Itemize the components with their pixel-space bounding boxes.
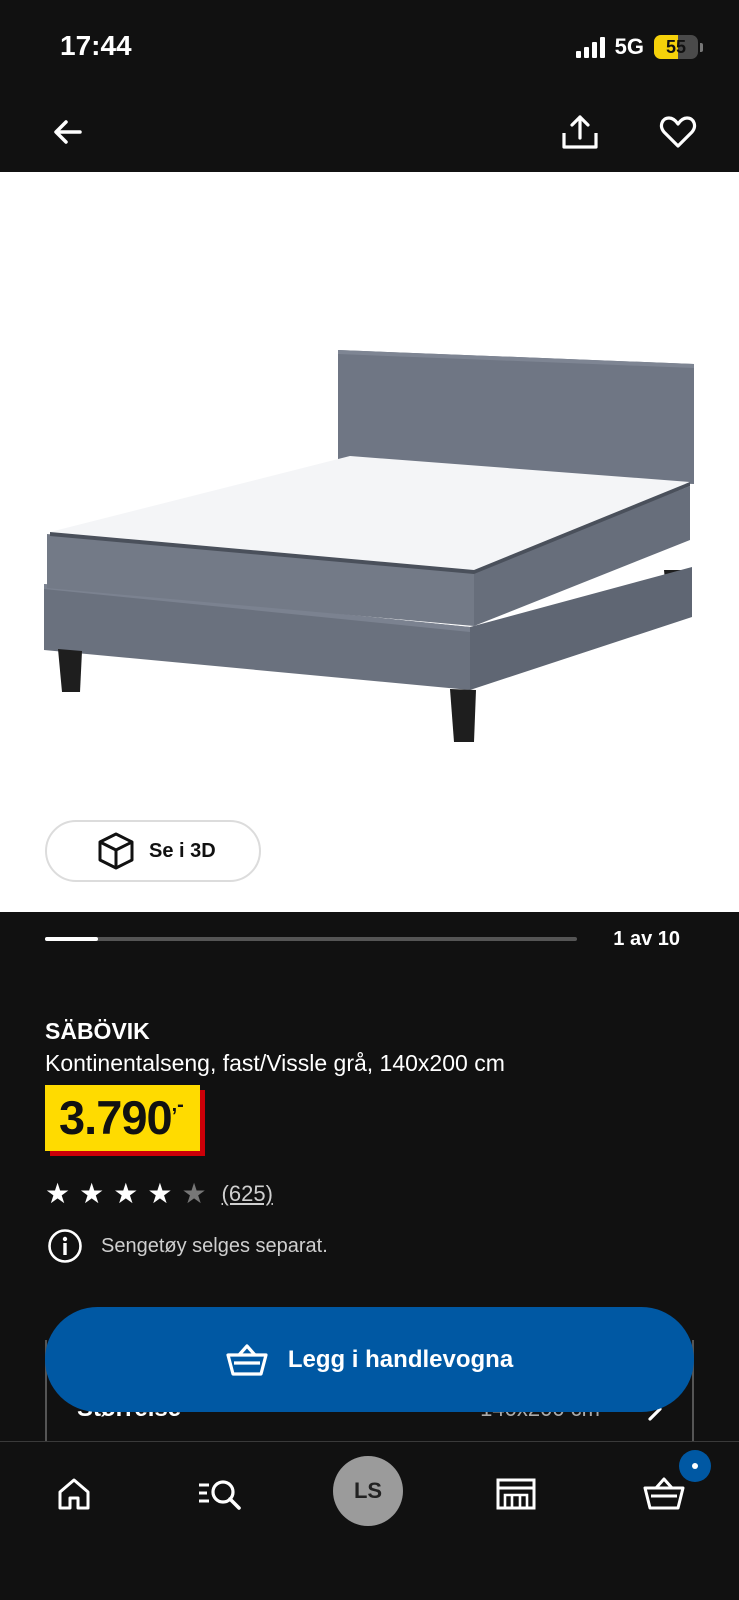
rating[interactable]: ★ ★ ★ ★ ★ (625) bbox=[45, 1180, 273, 1208]
gallery-progress bbox=[45, 937, 577, 941]
battery-nub bbox=[700, 42, 703, 52]
info-icon bbox=[48, 1229, 82, 1263]
cart-badge bbox=[679, 1450, 711, 1482]
product-name: SÄBÖVIK bbox=[45, 1018, 150, 1044]
star-icon: ★ bbox=[45, 1178, 71, 1209]
store-icon bbox=[496, 1478, 536, 1510]
product-image-gallery[interactable]: Se i 3D bbox=[0, 172, 739, 912]
add-to-cart-label: Legg i handlevogna bbox=[287, 1345, 514, 1373]
basket-icon bbox=[226, 1343, 268, 1376]
product-image bbox=[44, 350, 694, 742]
network-type: 5G bbox=[614, 34, 644, 59]
star-icon: ★ bbox=[181, 1178, 207, 1209]
info-note: Sengetøy selges separat. bbox=[47, 1228, 328, 1264]
signal-icon bbox=[575, 36, 605, 58]
review-count-link[interactable]: (625) bbox=[222, 1181, 273, 1207]
star-icon: ★ bbox=[79, 1178, 105, 1209]
tab-home[interactable] bbox=[42, 1462, 106, 1526]
tab-search[interactable] bbox=[188, 1462, 252, 1526]
cart-icon bbox=[643, 1477, 685, 1510]
top-nav bbox=[0, 90, 739, 172]
back-button[interactable] bbox=[44, 108, 92, 156]
home-icon bbox=[58, 1478, 90, 1510]
view-3d-button[interactable]: Se i 3D bbox=[45, 820, 261, 882]
avatar-initials: LS bbox=[353, 1478, 383, 1503]
price-tag: 3.790 ,- bbox=[45, 1085, 200, 1151]
price-value: 3.790 bbox=[59, 1091, 173, 1144]
tab-store[interactable] bbox=[484, 1462, 548, 1526]
cube-3d-icon bbox=[98, 832, 134, 870]
status-bar: 17:44 5G 55 bbox=[0, 0, 739, 90]
add-to-cart-button[interactable]: Legg i handlevogna bbox=[45, 1307, 694, 1412]
gallery-counter: 1 av 10 bbox=[613, 928, 680, 950]
search-icon bbox=[199, 1480, 241, 1510]
star-icon: ★ bbox=[147, 1178, 173, 1209]
heart-icon bbox=[659, 116, 697, 148]
favorite-button[interactable] bbox=[654, 108, 702, 156]
info-text: Sengetøy selges separat. bbox=[101, 1234, 328, 1257]
tab-profile-avatar[interactable]: LS bbox=[333, 1456, 403, 1526]
cart-badge-dot bbox=[692, 1463, 698, 1469]
share-icon bbox=[562, 115, 598, 149]
status-indicators: 5G 55 bbox=[575, 34, 703, 60]
gallery-progress-fill bbox=[45, 937, 99, 941]
product-description: Kontinentalseng, fast/Vissle grå, 140x20… bbox=[45, 1050, 505, 1076]
status-time: 17:44 bbox=[60, 30, 132, 61]
battery-icon: 55 bbox=[654, 35, 698, 59]
view-3d-label: Se i 3D bbox=[149, 839, 216, 862]
share-button[interactable] bbox=[556, 108, 604, 156]
bottom-tab-bar: LS bbox=[0, 1441, 739, 1600]
price-suffix: ,- bbox=[171, 1094, 184, 1116]
back-arrow-icon bbox=[54, 120, 82, 144]
star-icon: ★ bbox=[113, 1178, 139, 1209]
battery-percent: 55 bbox=[665, 37, 687, 57]
